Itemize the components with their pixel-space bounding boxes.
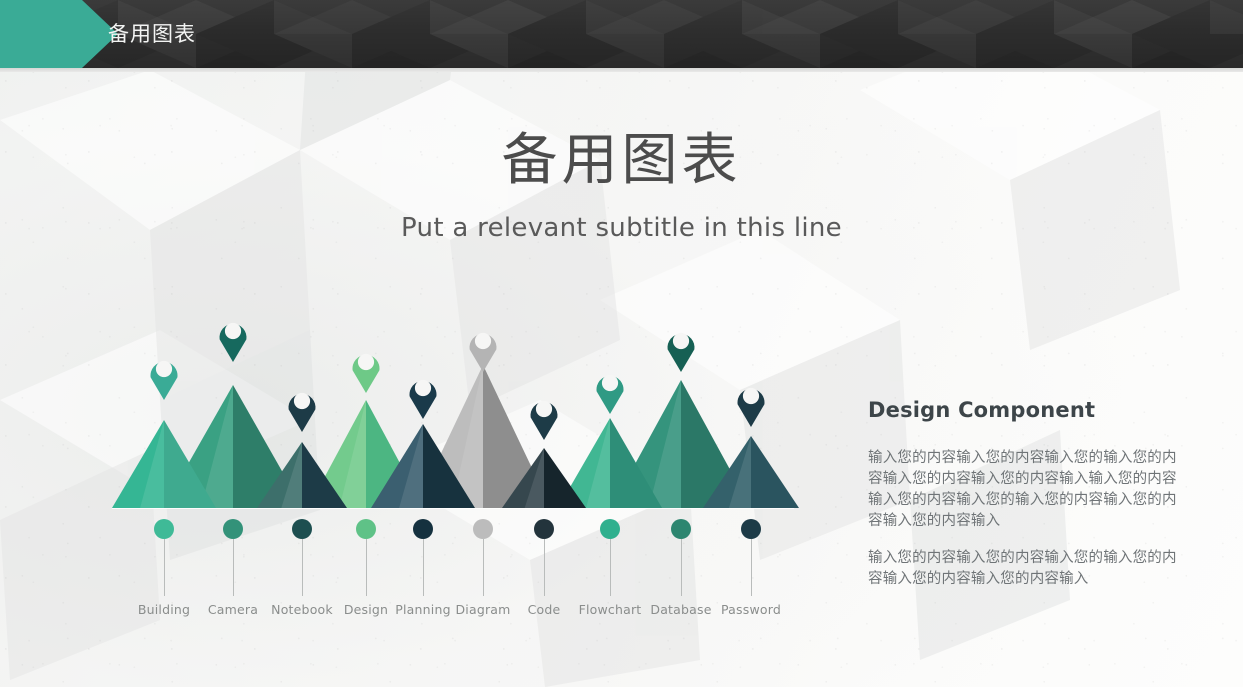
category-stem — [423, 539, 424, 596]
category-stem — [483, 539, 484, 596]
map-pin-building-icon — [150, 360, 178, 400]
category-stem — [751, 539, 752, 596]
map-pin-markers — [150, 322, 765, 440]
category-dot-camera[interactable] — [223, 519, 243, 539]
map-pin-database-icon — [667, 332, 695, 372]
map-pin-password-icon — [737, 387, 765, 427]
category-dot-design[interactable] — [356, 519, 376, 539]
category-dot-building[interactable] — [154, 519, 174, 539]
category-dot-notebook[interactable] — [292, 519, 312, 539]
category-dot-code[interactable] — [534, 519, 554, 539]
map-pin-design-icon — [352, 353, 380, 393]
category-stem — [302, 539, 303, 596]
category-label-design: Design — [343, 602, 389, 617]
map-pin-camera-icon — [219, 322, 247, 362]
category-label-notebook: Notebook — [271, 602, 333, 617]
mountain-chart: Building Camera Notebook Design Planning Diag… — [0, 0, 1243, 687]
map-pin-planning-icon — [409, 379, 437, 419]
category-stem — [233, 539, 234, 596]
category-label-database: Database — [650, 602, 712, 617]
category-dot-diagram[interactable] — [473, 519, 493, 539]
slide: 备用图表 备用图表 Put a relevant subtitle in thi… — [0, 0, 1243, 687]
map-pin-notebook-icon — [288, 392, 316, 432]
map-pin-flowchart-icon — [596, 374, 624, 414]
category-label-code: Code — [527, 602, 561, 617]
category-stem — [681, 539, 682, 596]
category-label-password: Password — [721, 602, 781, 617]
map-pin-diagram-icon — [469, 332, 497, 372]
category-dot-flowchart[interactable] — [600, 519, 620, 539]
category-stem — [610, 539, 611, 596]
category-label-camera: Camera — [207, 602, 259, 617]
category-dot-password[interactable] — [741, 519, 761, 539]
category-dot-planning[interactable] — [413, 519, 433, 539]
category-stem — [366, 539, 367, 596]
category-dot-database[interactable] — [671, 519, 691, 539]
map-pin-code-icon — [530, 400, 558, 440]
category-stem — [164, 539, 165, 596]
category-stem — [544, 539, 545, 596]
category-label-planning: Planning — [395, 602, 451, 617]
category-label-building: Building — [137, 602, 191, 617]
category-label-flowchart: Flowchart — [578, 602, 642, 617]
category-label-diagram: Diagram — [455, 602, 511, 617]
